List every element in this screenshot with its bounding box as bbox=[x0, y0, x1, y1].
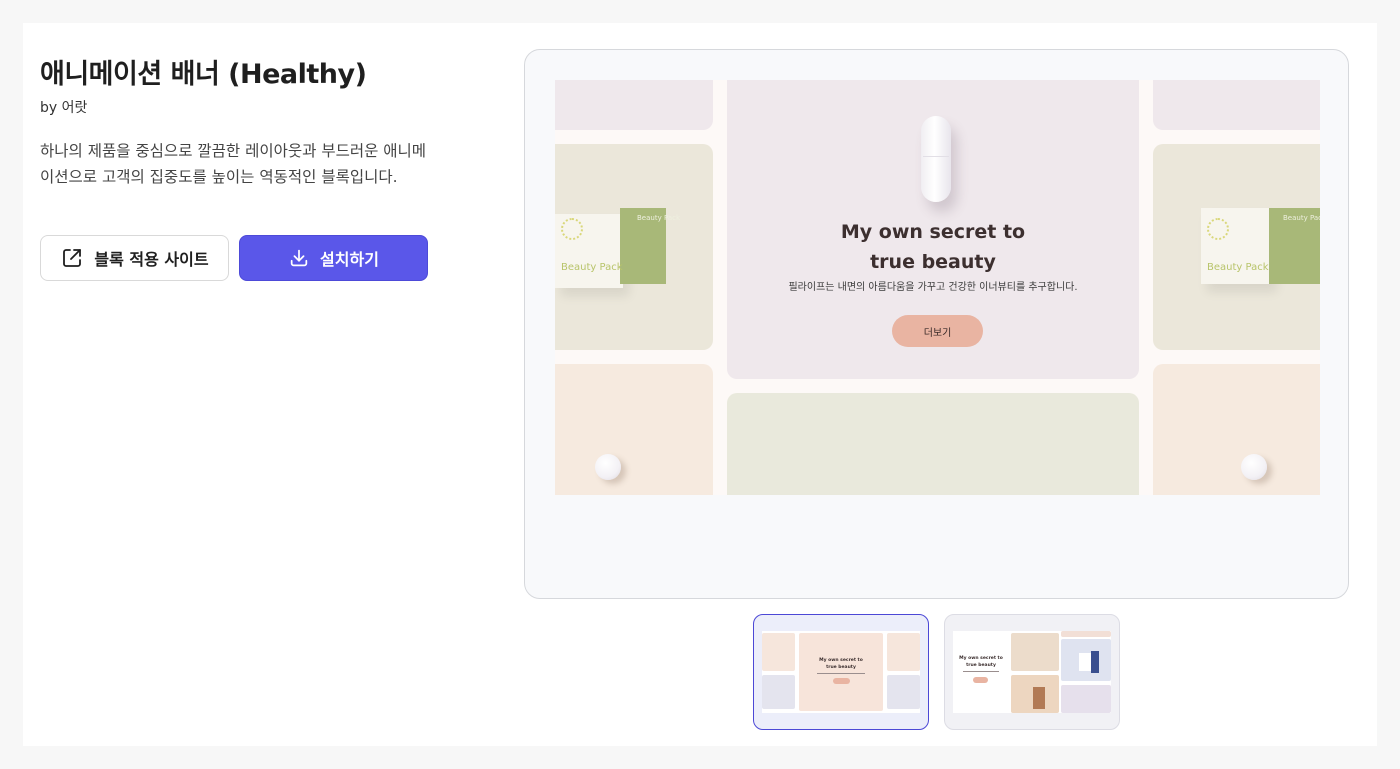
applied-sites-button[interactable]: 블록 적용 사이트 bbox=[40, 235, 229, 281]
applied-sites-label: 블록 적용 사이트 bbox=[94, 250, 209, 269]
thumbnail-1[interactable]: My own secret to true beauty bbox=[753, 614, 929, 730]
box-label: Beauty Pack bbox=[561, 262, 623, 273]
hero-tile: My own secret to true beauty 필라이프는 내면의 아… bbox=[727, 80, 1139, 379]
capsule-icon bbox=[921, 116, 951, 202]
hero-more-button[interactable]: 더보기 bbox=[892, 315, 983, 347]
right-product-tile: Beauty Pack Beauty Pack bbox=[1153, 144, 1320, 350]
pill-ball-icon bbox=[595, 454, 621, 480]
product-description: 하나의 제품을 중심으로 깔끔한 레이아웃과 부드러운 애니메이션으로 고객의 … bbox=[40, 142, 427, 186]
thumb2-title-line2: true beauty bbox=[966, 663, 996, 668]
product-author: by 어랏 bbox=[40, 100, 88, 116]
install-label: 설치하기 bbox=[320, 250, 379, 269]
product-title: 애니메이션 배너 (Healthy) bbox=[40, 59, 367, 90]
install-button[interactable]: 설치하기 bbox=[239, 235, 428, 281]
thumbnail-2[interactable]: My own secret to true beauty bbox=[944, 614, 1120, 730]
center-bottom-tile bbox=[727, 393, 1139, 495]
thumb1-title-line2: true beauty bbox=[826, 665, 856, 670]
download-icon bbox=[288, 247, 310, 269]
left-bottom-tile bbox=[555, 364, 713, 495]
hero-subtitle: 필라이프는 내면의 아름다움을 가꾸고 건강한 이너뷰티를 추구합니다. bbox=[788, 282, 1078, 293]
left-top-tile bbox=[555, 80, 713, 130]
box-label: Beauty Pack bbox=[1207, 262, 1269, 273]
pill-ball-icon bbox=[1241, 454, 1267, 480]
left-product-tile: Beauty Pack Beauty Pack bbox=[555, 144, 713, 350]
banner-preview: Beauty Pack Beauty Pack My own secret to… bbox=[555, 80, 1320, 495]
sun-logo-icon bbox=[1207, 218, 1229, 240]
box-label-small: Beauty Pack bbox=[637, 214, 681, 222]
thumb2-title-line1: My own secret to bbox=[959, 656, 1003, 661]
thumb1-title-line1: My own secret to bbox=[819, 658, 863, 663]
box-label-small: Beauty Pack bbox=[1283, 214, 1320, 222]
external-link-icon bbox=[60, 246, 84, 270]
hero-title-line1: My own secret to bbox=[840, 221, 1026, 243]
preview-frame: Beauty Pack Beauty Pack My own secret to… bbox=[524, 49, 1349, 599]
sun-logo-icon bbox=[561, 218, 583, 240]
right-bottom-tile bbox=[1153, 364, 1320, 495]
hero-title-line2: true beauty bbox=[870, 251, 996, 273]
right-top-tile bbox=[1153, 80, 1320, 130]
